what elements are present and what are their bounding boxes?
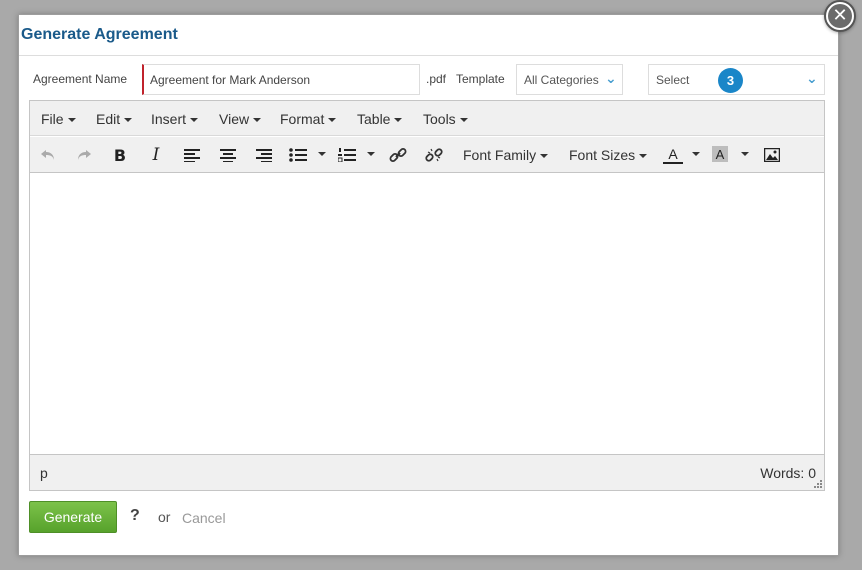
agreement-name-input[interactable]: Agreement for Mark Anderson <box>142 64 420 95</box>
unlink-icon[interactable] <box>424 146 444 164</box>
numbered-list-dropdown[interactable] <box>367 152 375 156</box>
chevron-down-icon: ⌄ <box>605 71 617 87</box>
font-family-select[interactable]: Font Family <box>463 147 549 163</box>
generate-button[interactable]: Generate <box>29 501 117 533</box>
align-center-icon[interactable] <box>218 146 238 164</box>
title-divider <box>19 55 838 56</box>
background-color-dropdown[interactable] <box>741 152 749 156</box>
align-right-icon[interactable] <box>254 146 274 164</box>
pdf-extension-label: .pdf <box>426 72 447 86</box>
template-select[interactable]: Select 3 ⌄ <box>648 64 825 95</box>
menu-view[interactable]: View <box>219 111 262 127</box>
help-icon[interactable]: ? <box>130 507 140 525</box>
editor-statusbar: p Words: 0 <box>30 454 824 490</box>
menu-tools[interactable]: Tools <box>423 111 468 127</box>
template-count-badge: 3 <box>718 68 743 93</box>
editor-menubar: File Edit Insert View Format Table Tools <box>30 101 824 136</box>
text-color-icon[interactable]: A <box>663 146 683 164</box>
resize-handle-icon[interactable] <box>813 479 823 489</box>
italic-icon[interactable]: I <box>146 145 166 165</box>
rich-text-editor: File Edit Insert View Format Table Tools… <box>29 100 825 491</box>
bullet-list-icon[interactable] <box>288 146 308 164</box>
numbered-list-icon[interactable] <box>337 146 357 164</box>
menu-edit[interactable]: Edit <box>96 111 133 127</box>
template-category-select[interactable]: All Categories ⌄ <box>516 64 623 95</box>
category-value: All Categories <box>524 73 599 87</box>
agreement-name-label: Agreement Name <box>33 72 128 86</box>
image-icon[interactable] <box>762 146 782 164</box>
generate-agreement-dialog: Generate Agreement Agreement Name Agreem… <box>18 14 839 556</box>
dialog-title: Generate Agreement <box>21 26 178 43</box>
menu-file[interactable]: File <box>41 111 76 127</box>
editor-toolbar: B I Font Family Font Sizes A A <box>30 137 824 173</box>
close-icon: ✕ <box>828 4 852 28</box>
element-path[interactable]: p <box>40 465 48 481</box>
or-label: or <box>158 509 171 525</box>
word-count: Words: 0 <box>760 465 816 481</box>
editor-content-area[interactable] <box>30 174 824 454</box>
template-select-value: Select <box>656 73 690 87</box>
link-icon[interactable] <box>388 146 408 164</box>
font-sizes-select[interactable]: Font Sizes <box>569 147 648 163</box>
menu-insert[interactable]: Insert <box>151 111 199 127</box>
template-label: Template <box>456 72 505 86</box>
text-color-dropdown[interactable] <box>692 152 700 156</box>
cancel-link[interactable]: Cancel <box>182 510 226 526</box>
redo-icon[interactable] <box>74 146 94 164</box>
menu-table[interactable]: Table <box>357 111 403 127</box>
bullet-list-dropdown[interactable] <box>318 152 326 156</box>
agreement-name-row: Agreement Name Agreement for Mark Anders… <box>19 64 838 96</box>
menu-format[interactable]: Format <box>280 111 337 127</box>
chevron-down-icon: ⌄ <box>806 71 818 87</box>
background-color-icon[interactable]: A <box>712 146 728 162</box>
undo-icon[interactable] <box>38 146 58 164</box>
bold-icon[interactable]: B <box>110 146 130 165</box>
close-dialog-button[interactable]: ✕ <box>824 0 856 32</box>
align-left-icon[interactable] <box>182 146 202 164</box>
